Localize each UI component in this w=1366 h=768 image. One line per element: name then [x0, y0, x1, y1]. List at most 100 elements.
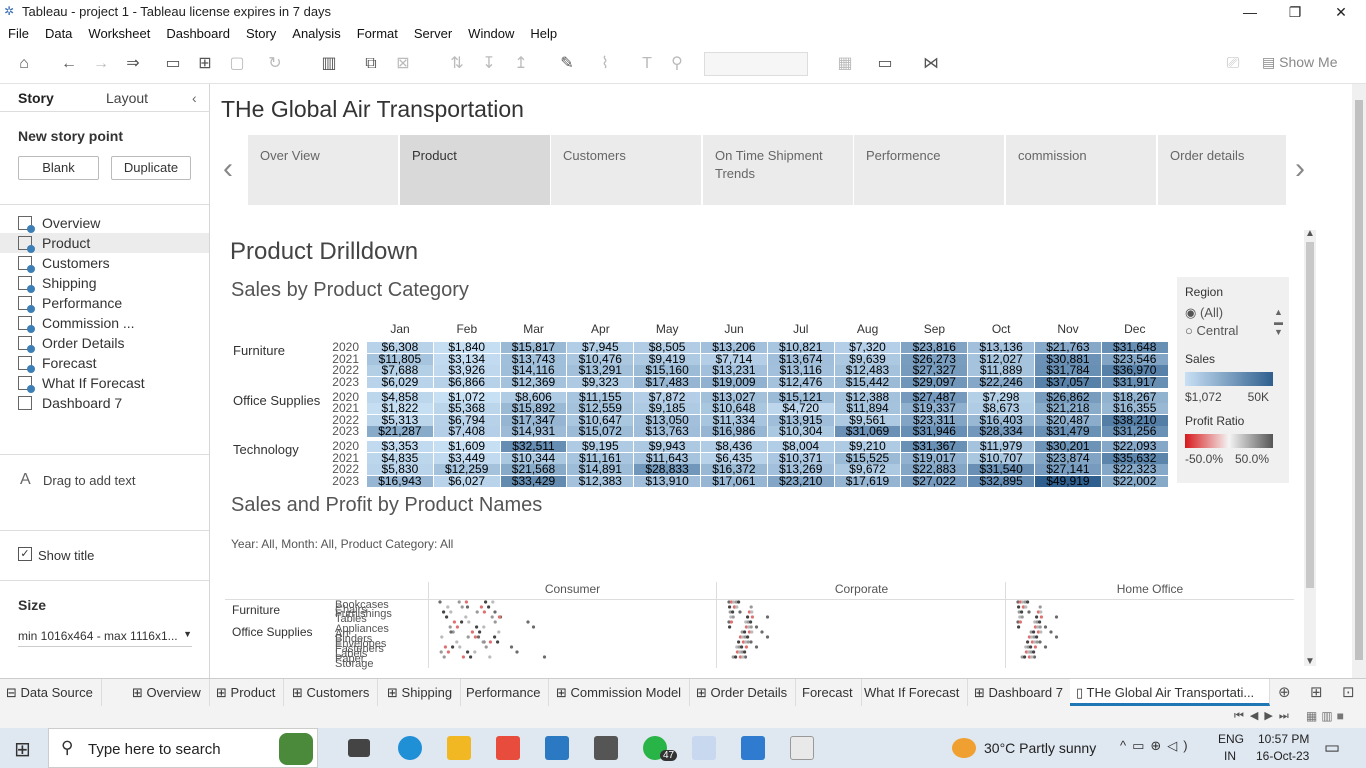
heatmap-cell[interactable]: $15,160 [634, 365, 700, 376]
heatmap-cell[interactable]: $13,136 [968, 342, 1034, 353]
story-point-order-details[interactable]: Order details [1158, 135, 1286, 205]
outer-scrollbar[interactable] [1352, 84, 1366, 678]
heatmap-cell[interactable]: $22,093 [1101, 441, 1168, 452]
heatmap-cell[interactable]: $10,476 [567, 353, 634, 365]
heatmap-cell[interactable]: $21,568 [500, 464, 567, 475]
scatter-mark[interactable] [760, 630, 764, 634]
heatmap-cell[interactable]: $14,116 [500, 365, 567, 376]
heatmap-cell[interactable]: $5,830 [367, 464, 433, 475]
heatmap-cell[interactable]: $9,195 [567, 441, 634, 452]
scatter-mark[interactable] [743, 650, 747, 654]
heatmap-cell[interactable]: $13,915 [767, 414, 834, 426]
heatmap-cell[interactable]: $12,383 [567, 475, 634, 487]
menu-dashboard[interactable]: Dashboard [158, 24, 238, 41]
new-worksheet-icon[interactable]: ▥ [318, 54, 340, 74]
heatmap-cell[interactable]: $10,648 [701, 403, 767, 414]
scatter-mark[interactable] [509, 645, 514, 649]
scatter-mark[interactable] [446, 605, 450, 609]
sheet-view-icons[interactable]: ▦▥■ [1306, 709, 1348, 723]
pause-icon[interactable]: ▢ [226, 54, 248, 74]
scatter-mark[interactable] [740, 645, 744, 649]
region-option-all[interactable]: ◉ (All) [1185, 305, 1281, 321]
scatter-mark[interactable] [481, 640, 485, 644]
heatmap-cell[interactable]: $22,002 [1101, 475, 1168, 487]
scatter-mark[interactable] [493, 610, 497, 614]
scatter-mark[interactable] [746, 635, 750, 639]
heatmap-cell[interactable]: $3,926 [433, 365, 500, 376]
file-explorer-icon[interactable] [447, 736, 471, 760]
heatmap-cell[interactable]: $13,910 [634, 475, 700, 487]
restore-button[interactable]: ❐ [1272, 0, 1318, 24]
heatmap-cell[interactable]: $7,688 [367, 365, 433, 376]
heatmap-cell[interactable]: $3,449 [433, 452, 500, 464]
scatter-mark[interactable] [479, 605, 483, 609]
heatmap-cell[interactable]: $16,403 [968, 414, 1034, 426]
scatter-mark[interactable] [1039, 615, 1043, 619]
home-icon[interactable]: ⌂ [13, 54, 35, 74]
heatmap-cell[interactable]: $10,344 [500, 452, 567, 464]
heatmap-cell[interactable]: $12,259 [433, 464, 500, 475]
heatmap-cell[interactable]: $15,817 [500, 342, 567, 353]
sheet-nav-arrows[interactable]: ⏮◀▶⏭ [1234, 709, 1295, 723]
scatter-mark[interactable] [749, 620, 753, 624]
scatter-mark[interactable] [473, 650, 477, 654]
scatter-mark[interactable] [731, 610, 735, 614]
fit-dropdown[interactable] [704, 52, 808, 76]
heatmap-cell[interactable]: $9,672 [834, 464, 901, 475]
inner-scrollbar[interactable] [1304, 230, 1316, 666]
scatter-mark[interactable] [455, 625, 459, 629]
scatter-mark[interactable] [750, 615, 754, 619]
heatmap-cell[interactable]: $3,353 [367, 441, 433, 452]
story-point-performence[interactable]: Performence [854, 135, 1004, 205]
scatter-mark[interactable] [452, 620, 456, 624]
scatter-mark[interactable] [743, 630, 747, 634]
new-data-source-icon[interactable]: ⊞ [194, 54, 216, 74]
heatmap-cell[interactable]: $49,919 [1035, 475, 1101, 487]
heatmap-cell[interactable]: $23,210 [767, 475, 834, 487]
scatter-mark[interactable] [749, 605, 753, 609]
heatmap-cell[interactable]: $19,009 [701, 376, 767, 388]
heatmap-cell[interactable]: $38,210 [1101, 414, 1168, 426]
heatmap-cell[interactable]: $10,707 [968, 452, 1034, 464]
scatter-mark[interactable] [729, 620, 733, 624]
highlight-icon[interactable]: ✎ [556, 54, 578, 74]
sidebar-item-dashboard-7[interactable]: Dashboard 7 [18, 393, 122, 413]
sort-desc-icon[interactable]: ↥ [510, 54, 532, 74]
scatter-mark[interactable] [749, 640, 753, 644]
heatmap-cell[interactable]: $7,298 [968, 391, 1034, 403]
heatmap-cell[interactable]: $7,320 [834, 342, 901, 353]
heatmap-cell[interactable]: $11,979 [968, 441, 1034, 452]
heatmap-cell[interactable]: $31,946 [901, 426, 968, 437]
scatter-mark[interactable] [1038, 625, 1042, 629]
scatter-mark[interactable] [490, 615, 494, 619]
heatmap-cell[interactable]: $9,210 [834, 441, 901, 452]
new-worksheet-tab-icon[interactable]: ⊕ [1278, 683, 1291, 701]
heatmap-cell[interactable]: $7,408 [433, 426, 500, 437]
show-cards-icon[interactable]: ▦ [834, 54, 856, 74]
scatter-mark[interactable] [442, 610, 446, 614]
scatter-mark[interactable] [1054, 615, 1059, 619]
scatter-mark[interactable] [457, 600, 461, 604]
tab-forecast[interactable]: Forecast [796, 679, 862, 706]
new-dashboard-tab-icon[interactable]: ⊞ [1310, 683, 1323, 701]
heatmap-cell[interactable]: $11,894 [834, 403, 901, 414]
scatter-mark[interactable] [1043, 645, 1048, 649]
scatter-mark[interactable] [1038, 620, 1042, 624]
heatmap-cell[interactable]: $9,639 [834, 353, 901, 365]
heatmap-cell[interactable]: $31,256 [1101, 426, 1168, 437]
heatmap-cell[interactable]: $21,218 [1035, 403, 1101, 414]
replay-icon[interactable]: ⇒ [122, 54, 144, 74]
sidebar-item-customers[interactable]: Customers [18, 253, 110, 273]
heatmap-cell[interactable]: $23,816 [901, 342, 968, 353]
redo-icon[interactable]: → [90, 54, 112, 74]
camera-icon[interactable] [594, 736, 618, 760]
prev-story-point-arrow[interactable]: ‹ [223, 152, 233, 186]
windows-start-icon[interactable]: ⊞ [14, 737, 31, 762]
tab-shipping[interactable]: ⊞ Shipping [381, 679, 462, 706]
heatmap-cell[interactable]: $1,822 [367, 403, 433, 414]
menu-analysis[interactable]: Analysis [284, 24, 348, 41]
heatmap-cell[interactable]: $28,833 [634, 464, 700, 475]
scatter-mark[interactable] [542, 655, 547, 659]
scatter-mark[interactable] [497, 630, 501, 634]
scatter-mark[interactable] [440, 635, 444, 639]
